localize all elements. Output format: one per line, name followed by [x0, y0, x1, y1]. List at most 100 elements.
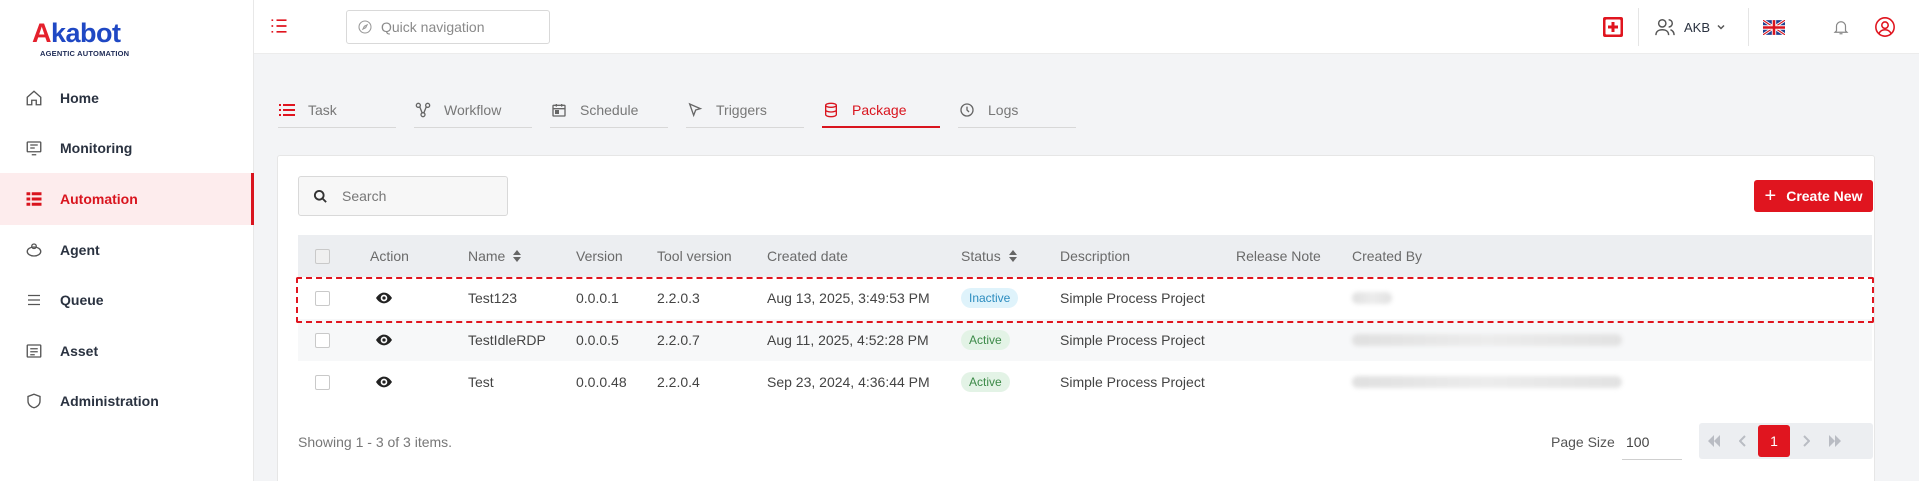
tool-version: 2.2.0.7 — [657, 332, 700, 348]
sidebar-item-asset[interactable]: Asset — [0, 325, 254, 377]
tab-label: Workflow — [444, 102, 502, 118]
column-header-created-by: Created By — [1352, 248, 1423, 264]
sidebar-item-label: Queue — [60, 292, 104, 308]
column-header-status[interactable]: Status — [961, 235, 1017, 277]
table-row[interactable]: Test 0.0.0.48 2.2.0.4 Sep 23, 2024, 4:36… — [298, 361, 1872, 403]
sidebar-item-agent[interactable]: Agent — [0, 224, 254, 276]
home-icon — [24, 88, 44, 108]
package-card: Search + Create New Action Name Version … — [277, 155, 1875, 481]
package-version: 0.0.0.5 — [576, 332, 619, 348]
queue-icon — [24, 290, 44, 310]
page-size-select[interactable]: 100 — [1622, 424, 1682, 460]
quick-navigation-input[interactable]: Quick navigation — [346, 10, 550, 44]
tab-label: Package — [852, 102, 907, 118]
user-menu[interactable]: AKB — [1654, 0, 1726, 54]
pagination: 1 — [1699, 423, 1873, 459]
status-badge: Inactive — [961, 288, 1019, 308]
page-size-label: Page Size — [1551, 434, 1615, 450]
package-table: Action Name Version Tool version Created… — [296, 235, 1874, 403]
monitor-icon — [24, 138, 44, 158]
column-header-created-date: Created date — [767, 248, 848, 264]
select-all-checkbox[interactable] — [315, 248, 330, 264]
created-date: Aug 13, 2025, 3:49:53 PM — [767, 290, 930, 306]
akabot-logo[interactable]: Akabot AGENTIC AUTOMATION — [32, 18, 132, 60]
last-page-icon[interactable] — [1820, 423, 1849, 459]
sidebar-item-administration[interactable]: Administration — [0, 375, 254, 427]
automation-icon — [24, 189, 44, 209]
chevron-down-icon — [1717, 24, 1725, 30]
shield-icon — [24, 391, 44, 411]
sidebar-item-label: Automation — [60, 191, 138, 207]
column-header-name[interactable]: Name — [468, 235, 522, 277]
package-version: 0.0.0.48 — [576, 374, 627, 390]
compass-icon — [358, 20, 372, 34]
column-header-version: Version — [576, 248, 623, 264]
tab-task[interactable]: Task — [278, 94, 396, 128]
sidebar-item-queue[interactable]: Queue — [0, 274, 254, 326]
current-page-number: 1 — [1770, 433, 1778, 449]
tool-version: 2.2.0.3 — [657, 290, 700, 306]
uk-flag-icon[interactable] — [1763, 0, 1785, 54]
page-button-current[interactable]: 1 — [1758, 425, 1790, 457]
view-eye-icon[interactable] — [376, 361, 392, 403]
tab-label: Task — [308, 102, 337, 118]
sidebar-item-automation[interactable]: Automation — [0, 173, 254, 225]
package-name: Test123 — [468, 290, 518, 306]
table-row[interactable]: Test123 0.0.0.1 2.2.0.3 Aug 13, 2025, 3:… — [298, 277, 1872, 319]
package-version: 0.0.0.1 — [576, 290, 619, 306]
cursor-icon — [686, 101, 704, 119]
tool-version: 2.2.0.4 — [657, 374, 700, 390]
created-by-redacted — [1352, 292, 1392, 304]
tab-schedule[interactable]: Schedule — [550, 94, 668, 128]
clock-icon — [958, 101, 976, 119]
row-checkbox[interactable] — [315, 332, 330, 348]
created-date: Aug 11, 2025, 4:52:28 PM — [767, 332, 929, 348]
created-by-redacted — [1352, 376, 1622, 388]
create-new-label: Create New — [1786, 188, 1863, 204]
view-eye-icon[interactable] — [376, 319, 392, 361]
column-header-label: Name — [468, 248, 506, 264]
tab-workflow[interactable]: Workflow — [414, 94, 532, 128]
status-badge: Active — [961, 372, 1010, 392]
pagination-summary: Showing 1 - 3 of 3 items. — [298, 434, 453, 450]
quick-navigation-placeholder: Quick navigation — [381, 19, 485, 35]
sidebar-item-label: Monitoring — [60, 140, 133, 156]
search-input[interactable]: Search — [298, 176, 508, 216]
sort-icon[interactable] — [1008, 250, 1017, 262]
tab-triggers[interactable]: Triggers — [686, 94, 804, 128]
logo-wordmark: kabot — [51, 18, 121, 48]
tab-label: Triggers — [716, 102, 767, 118]
database-icon — [822, 101, 840, 119]
search-icon — [313, 189, 327, 203]
add-shortcut-icon[interactable] — [1603, 0, 1623, 54]
row-checkbox[interactable] — [315, 374, 330, 390]
topbar-divider — [1638, 8, 1639, 46]
next-page-icon[interactable] — [1791, 423, 1820, 459]
agent-icon — [24, 240, 44, 260]
user-label: AKB — [1684, 19, 1711, 35]
sidebar-item-label: Administration — [60, 393, 159, 409]
table-row[interactable]: TestIdleRDP 0.0.0.5 2.2.0.7 Aug 11, 2025… — [298, 319, 1872, 361]
tab-logs[interactable]: Logs — [958, 94, 1076, 128]
page-size-value: 100 — [1626, 433, 1650, 450]
sidebar-item-home[interactable]: Home — [0, 72, 254, 124]
list-icon — [278, 101, 296, 119]
profile-avatar-icon[interactable] — [1874, 0, 1896, 54]
package-description: Simple Process Project — [1060, 332, 1205, 348]
sort-icon[interactable] — [513, 250, 522, 262]
sidebar-item-label: Home — [60, 90, 99, 106]
created-by-redacted — [1352, 334, 1622, 346]
package-name: TestIdleRDP — [468, 332, 546, 348]
created-date: Sep 23, 2024, 4:36:44 PM — [767, 374, 930, 390]
create-new-button[interactable]: + Create New — [1754, 180, 1873, 212]
tab-package[interactable]: Package — [822, 94, 940, 128]
column-header-description: Description — [1060, 248, 1131, 264]
row-checkbox[interactable] — [315, 290, 330, 306]
view-eye-icon[interactable] — [376, 277, 392, 319]
first-page-icon[interactable] — [1699, 423, 1728, 459]
bell-icon[interactable] — [1832, 0, 1850, 54]
sidebar-item-monitoring[interactable]: Monitoring — [0, 122, 254, 174]
prev-page-icon[interactable] — [1728, 423, 1757, 459]
menu-toggle-icon[interactable] — [269, 16, 289, 39]
column-header-release-note: Release Note — [1236, 248, 1321, 264]
